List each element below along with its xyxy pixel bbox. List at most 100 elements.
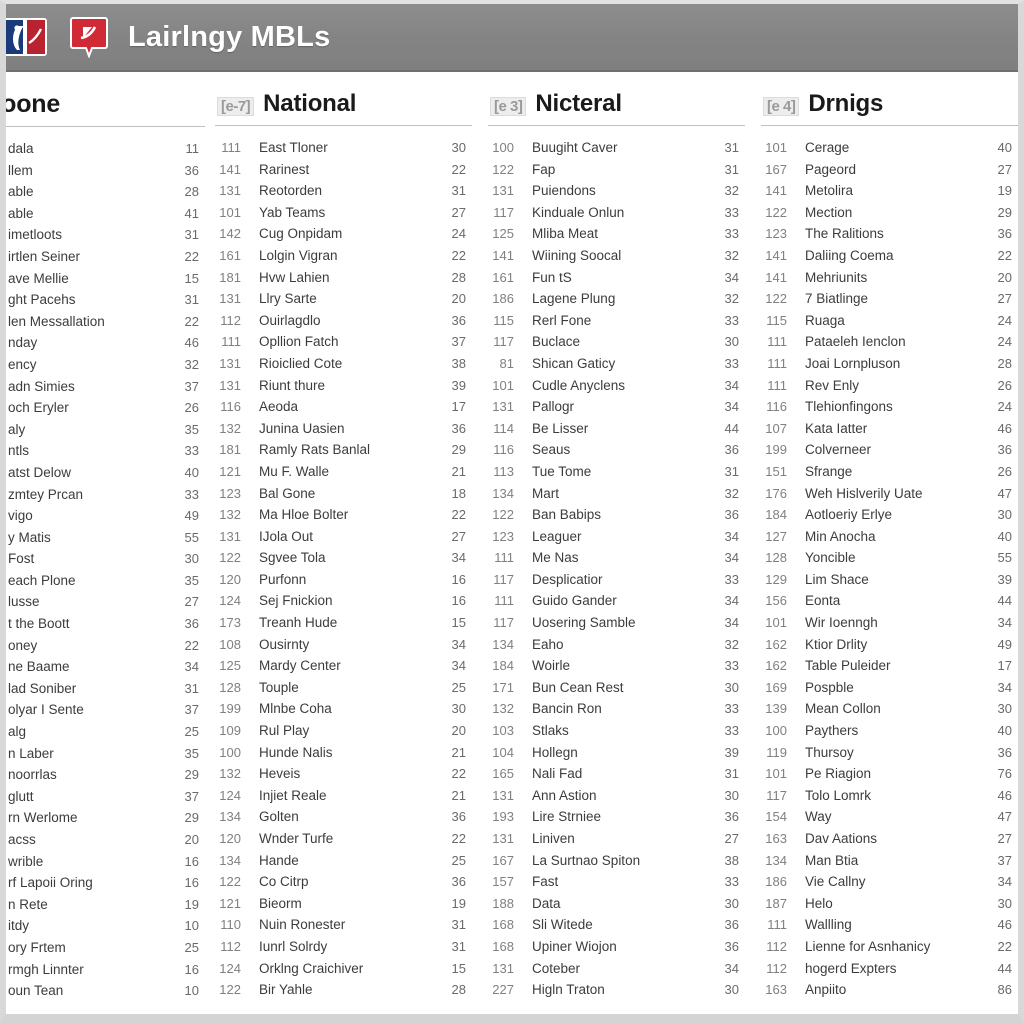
list-item[interactable]: 112 hogerd Expters 44 xyxy=(763,961,1016,983)
list-item[interactable]: 142 Cug Onpidam 24 xyxy=(217,226,470,248)
list-item[interactable]: 131 Riunt thure 39 xyxy=(217,378,470,400)
list-item[interactable]: 151 Sfrange 26 xyxy=(763,464,1016,486)
list-item[interactable]: 115 Rerl Fone 33 xyxy=(490,313,743,335)
list-item[interactable]: 100 Buugiht Caver 31 xyxy=(490,140,743,162)
list-item[interactable]: ave Mellie 15 xyxy=(6,271,203,293)
list-item[interactable]: imetloots 31 xyxy=(6,227,203,249)
list-item[interactable]: 110 Nuin Ronester 31 xyxy=(217,917,470,939)
list-item[interactable]: 134 Mart 32 xyxy=(490,486,743,508)
list-item[interactable]: 162 Table Puleider 17 xyxy=(763,658,1016,680)
list-item[interactable]: 181 Ramly Rats Banlal 29 xyxy=(217,442,470,464)
list-item[interactable]: 132 Heveis 22 xyxy=(217,766,470,788)
list-item[interactable]: wrible 16 xyxy=(6,854,203,876)
list-item[interactable]: 193 Lire Strniee 36 xyxy=(490,809,743,831)
list-item[interactable]: 199 Mlnbe Coha 30 xyxy=(217,701,470,723)
list-item[interactable]: 156 Eonta 44 xyxy=(763,593,1016,615)
list-item[interactable]: 129 Lim Shace 39 xyxy=(763,572,1016,594)
list-item[interactable]: 157 Fast 33 xyxy=(490,874,743,896)
list-item[interactable]: 117 Kinduale Onlun 33 xyxy=(490,205,743,227)
list-item[interactable]: 132 Ma Hloe Bolter 22 xyxy=(217,507,470,529)
list-item[interactable]: 103 Stlaks 33 xyxy=(490,723,743,745)
list-item[interactable]: 116 Tlehionfingons 24 xyxy=(763,399,1016,421)
list-item[interactable]: atst Delow 40 xyxy=(6,465,203,487)
list-item[interactable]: 121 Mu F. Walle 21 xyxy=(217,464,470,486)
list-item[interactable]: 128 Touple 25 xyxy=(217,680,470,702)
list-item[interactable]: 161 Fun tS 34 xyxy=(490,270,743,292)
list-item[interactable]: acss 20 xyxy=(6,832,203,854)
list-item[interactable]: 169 Pospble 34 xyxy=(763,680,1016,702)
list-item[interactable]: Fost 30 xyxy=(6,551,203,573)
list-item[interactable]: n Laber 35 xyxy=(6,746,203,768)
list-item[interactable]: 124 Orklng Craichiver 15 xyxy=(217,961,470,983)
list-item[interactable]: 101 Yab Teams 27 xyxy=(217,205,470,227)
list-item[interactable]: 122 Bir Yahle 28 xyxy=(217,982,470,1004)
list-item[interactable]: t the Boott 36 xyxy=(6,616,203,638)
list-item[interactable]: 123 Leaguer 34 xyxy=(490,529,743,551)
list-item[interactable]: och Eryler 26 xyxy=(6,400,203,422)
list-item[interactable]: rmgh Linnter 16 xyxy=(6,962,203,984)
list-item[interactable]: 199 Colverneer 36 xyxy=(763,442,1016,464)
list-item[interactable]: 117 Buclace 30 xyxy=(490,334,743,356)
list-item[interactable]: 124 Injiet Reale 21 xyxy=(217,788,470,810)
list-item[interactable]: lad Soniber 31 xyxy=(6,681,203,703)
list-item[interactable]: 173 Treanh Hude 15 xyxy=(217,615,470,637)
list-item[interactable]: 134 Man Btia 37 xyxy=(763,853,1016,875)
list-item[interactable]: ency 32 xyxy=(6,357,203,379)
list-item[interactable]: 181 Hvw Lahien 28 xyxy=(217,270,470,292)
list-item[interactable]: 112 Iunrl Solrdy 31 xyxy=(217,939,470,961)
list-item[interactable]: vigo 49 xyxy=(6,508,203,530)
column-header-3[interactable]: [e 4] Drnigs xyxy=(761,90,1018,126)
list-item[interactable]: each Plone 35 xyxy=(6,573,203,595)
list-item[interactable]: 131 Reotorden 31 xyxy=(217,183,470,205)
list-item[interactable]: 111 Rev Enly 26 xyxy=(763,378,1016,400)
list-item[interactable]: 122 Mection 29 xyxy=(763,205,1016,227)
list-item[interactable]: itdy 10 xyxy=(6,918,203,940)
list-item[interactable]: 101 Pe Riagion 76 xyxy=(763,766,1016,788)
list-item[interactable]: 111 Guido Gander 34 xyxy=(490,593,743,615)
list-item[interactable]: 162 Ktior Drlity 49 xyxy=(763,637,1016,659)
list-item[interactable]: 121 Bieorm 19 xyxy=(217,896,470,918)
list-item[interactable]: 124 Sej Fnickion 16 xyxy=(217,593,470,615)
list-item[interactable]: 134 Golten 36 xyxy=(217,809,470,831)
list-item[interactable]: olyar I Sente 37 xyxy=(6,702,203,724)
list-item[interactable]: 168 Upiner Wiojon 36 xyxy=(490,939,743,961)
list-item[interactable]: 111 Joai Lornpluson 28 xyxy=(763,356,1016,378)
list-item[interactable]: 134 Eaho 32 xyxy=(490,637,743,659)
list-item[interactable]: 141 Mehriunits 20 xyxy=(763,270,1016,292)
list-item[interactable]: oun Tean 10 xyxy=(6,983,203,1005)
list-item[interactable]: 165 Nali Fad 31 xyxy=(490,766,743,788)
list-item[interactable]: 168 Sli Witede 36 xyxy=(490,917,743,939)
column-header-1[interactable]: [e-7] National xyxy=(215,90,472,126)
list-item[interactable]: irtlen Seiner 22 xyxy=(6,249,203,271)
list-item[interactable]: 113 Tue Tome 31 xyxy=(490,464,743,486)
list-item[interactable]: 131 Coteber 34 xyxy=(490,961,743,983)
list-item[interactable]: adn Simies 37 xyxy=(6,379,203,401)
list-item[interactable]: 122 Co Citrp 36 xyxy=(217,874,470,896)
list-item[interactable]: 120 Wnder Turfe 22 xyxy=(217,831,470,853)
list-item[interactable]: 115 Ruaga 24 xyxy=(763,313,1016,335)
list-item[interactable]: noorrlas 29 xyxy=(6,767,203,789)
list-item[interactable]: 131 IJola Out 27 xyxy=(217,529,470,551)
list-item[interactable]: able 41 xyxy=(6,206,203,228)
list-item[interactable]: 111 Wallling 46 xyxy=(763,917,1016,939)
list-item[interactable]: 100 Hunde Nalis 21 xyxy=(217,745,470,767)
list-item[interactable]: ntls 33 xyxy=(6,443,203,465)
list-item[interactable]: 122 Ban Babips 36 xyxy=(490,507,743,529)
list-item[interactable]: 111 Opllion Fatch 37 xyxy=(217,334,470,356)
list-item[interactable]: y Matis 55 xyxy=(6,530,203,552)
list-item[interactable]: 184 Woirle 33 xyxy=(490,658,743,680)
list-item[interactable]: 186 Lagene Plung 32 xyxy=(490,291,743,313)
list-item[interactable]: 120 Purfonn 16 xyxy=(217,572,470,594)
list-item[interactable]: 141 Daliing Coema 22 xyxy=(763,248,1016,270)
list-item[interactable]: 112 Ouirlagdlo 36 xyxy=(217,313,470,335)
list-item[interactable]: 109 Rul Play 20 xyxy=(217,723,470,745)
list-item[interactable]: 108 Ousirnty 34 xyxy=(217,637,470,659)
list-item[interactable]: 176 Weh Hislverily Uate 47 xyxy=(763,486,1016,508)
list-item[interactable]: rf Lapoii Oring 16 xyxy=(6,875,203,897)
list-item[interactable]: 131 Pallogr 34 xyxy=(490,399,743,421)
list-item[interactable]: 141 Rarinest 22 xyxy=(217,162,470,184)
list-item[interactable]: glutt 37 xyxy=(6,789,203,811)
list-item[interactable]: 131 Ann Astion 30 xyxy=(490,788,743,810)
list-item[interactable]: aly 35 xyxy=(6,422,203,444)
list-item[interactable]: 100 Paythers 40 xyxy=(763,723,1016,745)
